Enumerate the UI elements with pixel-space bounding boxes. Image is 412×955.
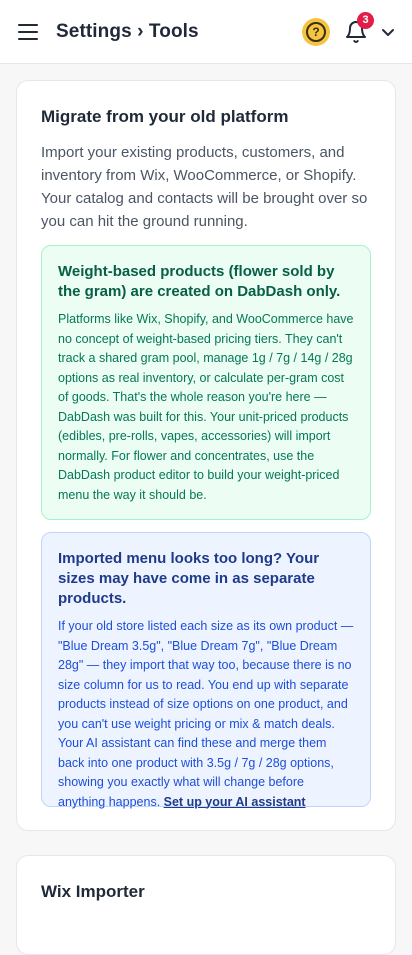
weight-products-note: Weight-based products (flower sold by th… <box>41 245 371 520</box>
top-actions: ? 3 <box>302 11 396 46</box>
migrate-card: Migrate from your old platform Import yo… <box>16 80 396 831</box>
ai-assistant-link[interactable]: Set up your AI assistant <box>164 795 306 809</box>
chevron-down-icon[interactable] <box>380 24 396 40</box>
help-button[interactable]: ? <box>302 17 330 46</box>
wix-importer-title: Wix Importer <box>41 882 145 901</box>
wix-importer-card: Wix Importer <box>16 855 396 955</box>
sizes-note-body-wrap: If your old store listed each size as it… <box>58 617 354 812</box>
weight-note-body: Platforms like Wix, Shopify, and WooComm… <box>58 312 354 502</box>
weight-note-title: Weight-based products (flower sold by th… <box>58 263 341 300</box>
notifications-button[interactable]: 3 <box>344 11 374 44</box>
migrate-title: Migrate from your old platform <box>41 107 289 126</box>
migrate-description: Import your existing products, customers… <box>41 144 368 230</box>
notification-badge: 3 <box>357 11 374 29</box>
page-title: Settings › Tools <box>56 20 199 42</box>
hamburger-icon[interactable] <box>18 20 42 44</box>
question-circle-icon: ? <box>306 21 326 42</box>
top-bar: Settings › Tools ? 3 <box>0 0 412 64</box>
sizes-note-title: Imported menu looks too long? Your sizes… <box>58 550 320 607</box>
sizes-note-body: If your old store listed each size as it… <box>58 619 354 809</box>
sizes-note: Imported menu looks too long? Your sizes… <box>41 532 371 809</box>
